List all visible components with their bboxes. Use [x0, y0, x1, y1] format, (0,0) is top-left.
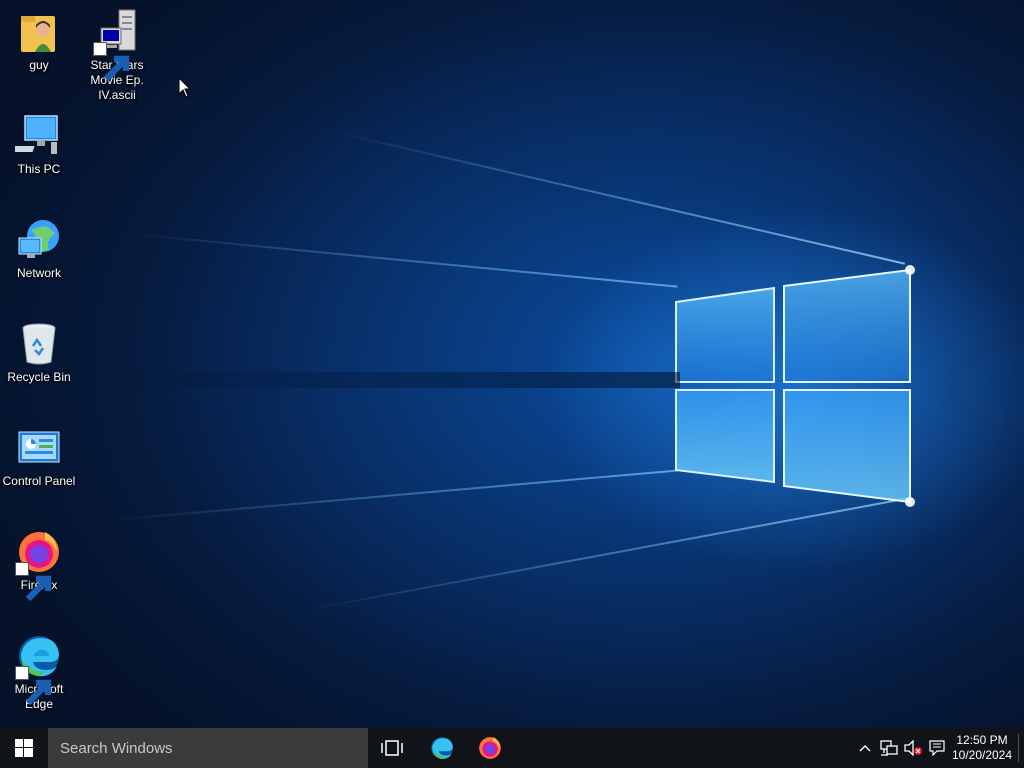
windows-logo-icon	[15, 739, 33, 757]
computer-icon	[15, 112, 63, 160]
show-hidden-icons-button[interactable]	[856, 728, 874, 768]
desktop-icon-recycle-bin[interactable]: Recycle Bin	[0, 320, 78, 385]
desktop-icon-label: guy	[29, 58, 49, 72]
taskbar-edge-button[interactable]	[420, 728, 464, 768]
taskbar: Search Windows 12:50 PM 10/20/2024	[0, 728, 1024, 768]
desktop-icon-user-folder[interactable]: guy	[0, 8, 78, 73]
task-view-button[interactable]	[370, 728, 414, 768]
wallpaper-windows-logo	[675, 265, 915, 507]
volume-muted-icon	[904, 740, 922, 756]
desktop-icon-microsoft-edge[interactable]: Microsoft Edge	[0, 632, 78, 712]
desktop-icon-control-panel[interactable]: Control Panel	[0, 424, 78, 489]
firefox-icon	[479, 737, 501, 759]
desktop-icon-firefox[interactable]: Firefox	[0, 528, 78, 602]
notification-icon	[929, 740, 945, 756]
wallpaper-ray	[99, 469, 678, 522]
desktop-icon-network[interactable]: Network	[0, 216, 78, 281]
volume-button[interactable]	[902, 728, 924, 768]
shortcut-arrow-icon	[15, 562, 52, 602]
clock-date: 10/20/2024	[951, 748, 1013, 762]
show-desktop-button[interactable]	[1018, 734, 1024, 762]
network-icon	[880, 740, 898, 756]
wallpaper-ray	[329, 130, 906, 265]
desktop-icon-label: Recycle Bin	[7, 370, 71, 384]
mouse-cursor-icon	[178, 77, 192, 98]
start-button[interactable]	[0, 728, 48, 768]
desktop-icon-label: This PC	[17, 162, 61, 176]
edge-icon	[431, 737, 453, 759]
shortcut-arrow-icon	[93, 42, 130, 82]
network-status-button[interactable]	[878, 728, 900, 768]
task-view-icon	[381, 740, 403, 756]
chevron-up-icon	[859, 745, 871, 752]
control-panel-icon	[15, 424, 63, 472]
network-globe-icon	[15, 216, 63, 264]
shortcut-arrow-icon	[15, 666, 52, 706]
firefox-icon	[15, 528, 63, 602]
edge-icon	[15, 632, 63, 706]
taskbar-firefox-button[interactable]	[468, 728, 512, 768]
recycle-bin-icon	[15, 320, 63, 368]
wallpaper-ray	[299, 497, 910, 612]
search-placeholder: Search Windows	[60, 739, 173, 757]
desktop-icon-label: Network	[16, 266, 61, 280]
wallpaper-ray	[119, 232, 678, 288]
desktop-icon-label: Control Panel	[2, 474, 76, 488]
desktop[interactable]: guy Star Wars Movie Ep. IV.ascii This PC…	[0, 0, 1024, 728]
clock-button[interactable]: 12:50 PM 10/20/2024	[946, 728, 1018, 768]
search-input[interactable]: Search Windows	[48, 728, 368, 768]
desktop-icon-this-pc[interactable]: This PC	[0, 112, 78, 177]
user-folder-icon	[15, 8, 63, 56]
wallpaper-dark-band	[80, 372, 680, 388]
remote-terminal-shortcut-icon	[93, 8, 141, 82]
action-center-button[interactable]	[926, 728, 948, 768]
clock-time: 12:50 PM	[956, 733, 1008, 747]
desktop-icon-star-wars-ascii[interactable]: Star Wars Movie Ep. IV.ascii	[78, 8, 156, 103]
